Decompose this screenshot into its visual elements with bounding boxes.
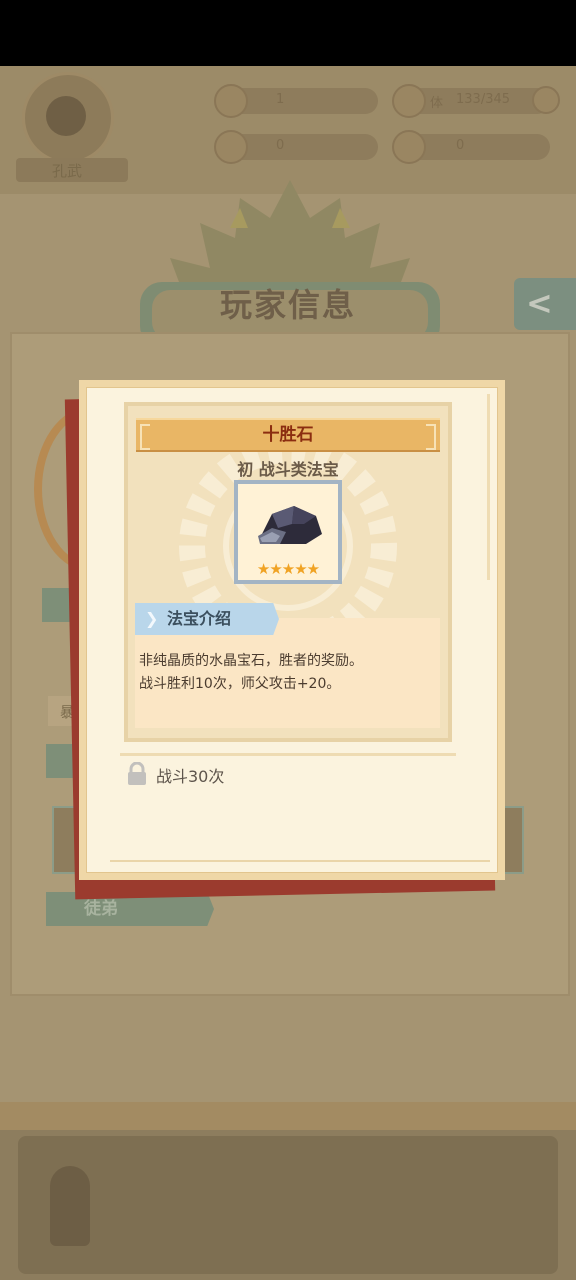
item-icon-frame: ★★★★★ xyxy=(234,480,342,584)
add-stamina-icon[interactable] xyxy=(532,86,560,114)
modal-bottom-line xyxy=(110,860,490,862)
description-line-2: 战斗胜利10次，师父攻击+20。 xyxy=(139,676,341,692)
stat-pill-1 xyxy=(228,88,378,114)
stamina-label: 体 xyxy=(430,96,444,111)
stat-pill-3 xyxy=(228,134,378,160)
item-obsidian-stone-icon xyxy=(258,506,322,544)
back-arrow-icon: < xyxy=(526,284,553,322)
item-name: 十胜石 xyxy=(262,425,314,445)
avatar-icon xyxy=(46,96,86,136)
description-line-1: 非纯晶质的水晶宝石，胜者的奖励。 xyxy=(139,653,363,669)
stat-icon-4 xyxy=(392,130,426,164)
page-title: 玩家信息 xyxy=(219,286,356,324)
scroll-edge xyxy=(487,394,490,580)
intro-title-tab: ❯ 法宝介绍 xyxy=(135,603,279,635)
lock-icon xyxy=(128,762,146,785)
back-button[interactable]: < xyxy=(514,278,576,330)
unlock-condition-text: 战斗30次 xyxy=(156,767,225,786)
star-rating: ★★★★★ xyxy=(256,560,320,578)
chevron-right-icon: ❯ xyxy=(145,609,159,628)
bottom-nav-inner xyxy=(18,1136,558,1274)
item-type: 初 战斗类法宝 xyxy=(237,460,339,479)
player-name: 孔武 xyxy=(52,162,83,180)
stamina-value: 133/345 xyxy=(456,92,511,107)
divider xyxy=(120,753,456,756)
stat-value-3: 0 xyxy=(276,138,285,153)
stamina-icon xyxy=(392,84,426,118)
stat-icon-1 xyxy=(214,84,248,118)
nav-character-icon[interactable] xyxy=(50,1166,90,1246)
status-bar xyxy=(0,0,576,66)
bottom-nav-strip xyxy=(0,1102,576,1130)
item-title-bar: 十胜石 xyxy=(136,418,440,452)
stat-icon-3 xyxy=(214,130,248,164)
intro-title: 法宝介绍 xyxy=(167,609,232,628)
stat-value-1: 1 xyxy=(276,92,285,107)
stat-value-4: 0 xyxy=(456,138,465,153)
